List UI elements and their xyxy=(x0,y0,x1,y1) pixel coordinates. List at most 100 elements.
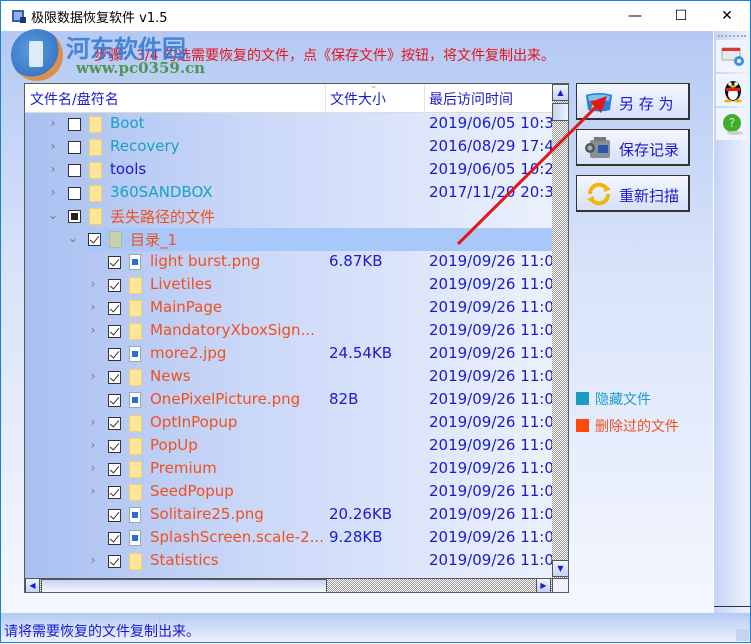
row-checkbox[interactable] xyxy=(108,256,121,269)
file-name: light burst.png xyxy=(150,252,261,270)
chevron-right-icon[interactable]: › xyxy=(88,369,98,383)
row-checkbox[interactable] xyxy=(108,279,121,292)
tree-row[interactable]: › Statistics 2019/09/26 11:0 xyxy=(25,550,552,573)
tree-header: 文件名/盘符名 ⌄ 文件大小 最后访问时间 xyxy=(25,84,552,113)
help-icon: ? xyxy=(723,114,743,135)
row-checkbox[interactable] xyxy=(108,440,121,453)
row-checkbox[interactable] xyxy=(68,118,81,131)
tree-row[interactable]: › PopUp 2019/09/26 11:0 xyxy=(25,435,552,458)
row-checkbox[interactable] xyxy=(108,486,121,499)
row-checkbox[interactable] xyxy=(108,302,121,315)
chevron-right-icon[interactable]: › xyxy=(48,185,58,199)
chevron-right-icon[interactable]: › xyxy=(88,277,98,291)
chevron-right-icon[interactable]: › xyxy=(88,438,98,452)
sidebar-divider xyxy=(714,606,751,607)
scroll-down-button[interactable]: ▼ xyxy=(552,560,568,577)
row-checkbox[interactable] xyxy=(68,164,81,177)
column-divider[interactable] xyxy=(325,84,326,113)
horizontal-scroll-thumb[interactable] xyxy=(41,579,327,592)
row-checkbox[interactable] xyxy=(108,532,121,545)
row-checkbox[interactable] xyxy=(108,325,121,338)
tree-row[interactable]: › MandatoryXboxSign... 2019/09/26 11:0 xyxy=(25,320,552,343)
column-header-size[interactable]: 文件大小 xyxy=(330,89,386,109)
close-button[interactable]: ✕ xyxy=(704,1,750,31)
save-log-button[interactable]: 保存记录 xyxy=(576,129,690,166)
save-as-icon xyxy=(586,93,612,112)
chevron-right-icon[interactable]: › xyxy=(48,116,58,130)
chevron-down-icon[interactable]: ⌄ xyxy=(48,208,58,222)
folder-icon xyxy=(89,208,102,225)
right-sidebar: ? xyxy=(713,31,751,613)
rescan-button[interactable]: 重新扫描 xyxy=(576,175,690,212)
file-name: 丢失路径的文件 xyxy=(110,208,216,226)
row-checkbox[interactable] xyxy=(68,210,81,223)
file-name: PopUp xyxy=(150,436,198,454)
refresh-icon xyxy=(587,182,611,206)
row-checkbox[interactable] xyxy=(68,187,81,200)
column-header-name[interactable]: 文件名/盘符名 xyxy=(30,89,119,109)
row-checkbox[interactable] xyxy=(88,233,101,246)
tree-row[interactable]: › News 2019/09/26 11:0 xyxy=(25,366,552,389)
file-date: 2019/09/26 11:0 xyxy=(429,275,552,293)
tree-row[interactable]: › OptInPopup 2019/09/26 11:0 xyxy=(25,412,552,435)
tree-row[interactable]: Solitaire25.png 20.26KB 2019/09/26 11:0 xyxy=(25,504,552,527)
window-title: 极限数据恢复软件 v1.5 xyxy=(31,11,168,26)
tree-row[interactable]: › Livetiles 2019/09/26 11:0 xyxy=(25,274,552,297)
resize-grip[interactable] xyxy=(736,629,749,641)
horizontal-scrollbar[interactable]: ◀ ▶ xyxy=(25,578,552,592)
file-name: tools xyxy=(110,160,147,178)
file-name: Solitaire25.png xyxy=(150,505,264,523)
column-divider[interactable] xyxy=(424,84,425,113)
column-header-date[interactable]: 最后访问时间 xyxy=(429,89,513,109)
minimize-button[interactable]: — xyxy=(612,1,658,31)
chevron-right-icon[interactable]: › xyxy=(88,461,98,475)
file-date: 2019/06/05 10:2 xyxy=(429,160,552,178)
tree-row[interactable]: › SeedPopup 2019/09/26 11:0 xyxy=(25,481,552,504)
sidebar-qq-button[interactable] xyxy=(716,74,750,106)
tree-row[interactable]: › Boot 2019/06/05 10:3 xyxy=(25,113,552,136)
tree-row[interactable]: more2.jpg 24.54KB 2019/09/26 11:0 xyxy=(25,343,552,366)
chevron-down-icon[interactable]: ⌄ xyxy=(68,231,78,245)
qq-penguin-icon xyxy=(724,81,742,103)
tree-row[interactable]: ⌄ 丢失路径的文件 xyxy=(25,205,552,228)
vertical-scrollbar[interactable]: ▲ ▼ xyxy=(552,84,568,578)
sidebar-settings-button[interactable] xyxy=(716,40,750,72)
chevron-right-icon[interactable]: › xyxy=(88,300,98,314)
row-checkbox[interactable] xyxy=(108,509,121,522)
row-checkbox[interactable] xyxy=(108,371,121,384)
folder-icon xyxy=(129,300,142,317)
scroll-up-button[interactable]: ▲ xyxy=(552,84,568,101)
tree-row[interactable]: › Recovery 2016/08/29 17:4 xyxy=(25,136,552,159)
chevron-right-icon[interactable]: › xyxy=(88,484,98,498)
row-checkbox[interactable] xyxy=(68,141,81,154)
tree-row[interactable]: › MainPage 2019/09/26 11:0 xyxy=(25,297,552,320)
chevron-right-icon[interactable]: › xyxy=(48,139,58,153)
scroll-left-button[interactable]: ◀ xyxy=(25,578,40,592)
row-checkbox[interactable] xyxy=(108,394,121,407)
tree-row[interactable]: › tools 2019/06/05 10:2 xyxy=(25,159,552,182)
chevron-right-icon[interactable]: › xyxy=(88,553,98,567)
file-date: 2019/09/26 11:0 xyxy=(429,367,552,385)
vertical-scroll-thumb[interactable] xyxy=(552,103,568,121)
save-as-button[interactable]: 另 存 为 xyxy=(576,83,690,120)
row-checkbox[interactable] xyxy=(108,417,121,430)
row-checkbox[interactable] xyxy=(108,348,121,361)
tree-row[interactable]: SplashScreen.scale-2... 9.28KB 2019/09/26 … xyxy=(25,527,552,550)
tree-row[interactable]: ⌄ 目录_1 xyxy=(25,228,552,251)
tree-row[interactable]: OnePixelPicture.png 82B 2019/09/26 11:0 xyxy=(25,389,552,412)
file-name: OptInPopup xyxy=(150,413,238,431)
chevron-right-icon[interactable]: › xyxy=(88,323,98,337)
tree-row[interactable]: light burst.png 6.87KB 2019/09/26 11:0 xyxy=(25,251,552,274)
chevron-right-icon[interactable]: › xyxy=(48,162,58,176)
scroll-right-button[interactable]: ▶ xyxy=(536,578,551,592)
file-date: 2019/09/26 11:0 xyxy=(429,528,552,546)
tree-row[interactable]: › 360SANDBOX 2017/11/20 20:3 xyxy=(25,182,552,205)
file-name: MainPage xyxy=(150,298,223,316)
sidebar-help-button[interactable]: ? xyxy=(716,108,750,140)
row-checkbox[interactable] xyxy=(108,555,121,568)
tree-row[interactable]: › Premium 2019/09/26 11:0 xyxy=(25,458,552,481)
watermark-logo-icon xyxy=(11,29,63,81)
maximize-button[interactable]: ☐ xyxy=(658,1,704,31)
chevron-right-icon[interactable]: › xyxy=(88,415,98,429)
row-checkbox[interactable] xyxy=(108,463,121,476)
